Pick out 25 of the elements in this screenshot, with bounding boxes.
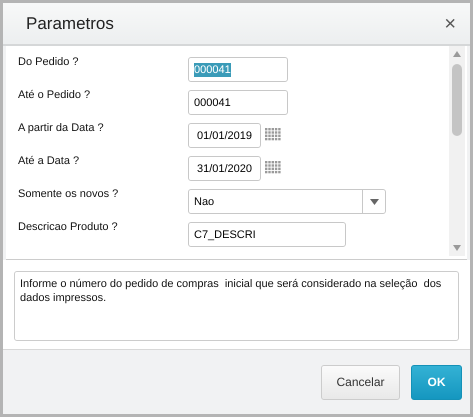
- help-text: Informe o número do pedido de compras inicial que será considerado na seleção dos dados impressos.: [14, 271, 459, 341]
- dropdown[interactable]: Nao: [188, 189, 386, 214]
- calendar-icon[interactable]: [265, 161, 281, 174]
- scrollbar[interactable]: [449, 46, 465, 256]
- field-value: 01/01/2019: [196, 128, 252, 142]
- field-value: 000041: [194, 62, 231, 76]
- field-value: 31/01/2020: [196, 162, 252, 176]
- field-value: C7_DESCRI: [194, 228, 256, 242]
- cancel-button[interactable]: Cancelar: [321, 364, 400, 400]
- input-field[interactable]: 31/01/2020: [188, 156, 261, 181]
- field-label: Somente os novos ?: [18, 188, 120, 200]
- input-field[interactable]: 000041: [188, 90, 288, 115]
- field-label: Do Pedido ?: [18, 56, 80, 68]
- field-value: 000041: [194, 96, 231, 110]
- field-label: Até a Data ?: [18, 155, 80, 167]
- dropdown-value: Nao: [194, 194, 214, 208]
- calendar-icon[interactable]: [265, 128, 281, 141]
- input-field[interactable]: 01/01/2019: [188, 123, 261, 148]
- input-field[interactable]: C7_DESCRI: [188, 222, 346, 247]
- close-button[interactable]: ×: [442, 14, 458, 34]
- window-title: Parametros: [26, 14, 114, 34]
- field-label: A partir da Data ?: [18, 122, 105, 134]
- caret-icon: [370, 198, 378, 204]
- field-label: Até o Pedido ?: [18, 89, 92, 101]
- field-label: Descricao Produto ?: [18, 221, 119, 233]
